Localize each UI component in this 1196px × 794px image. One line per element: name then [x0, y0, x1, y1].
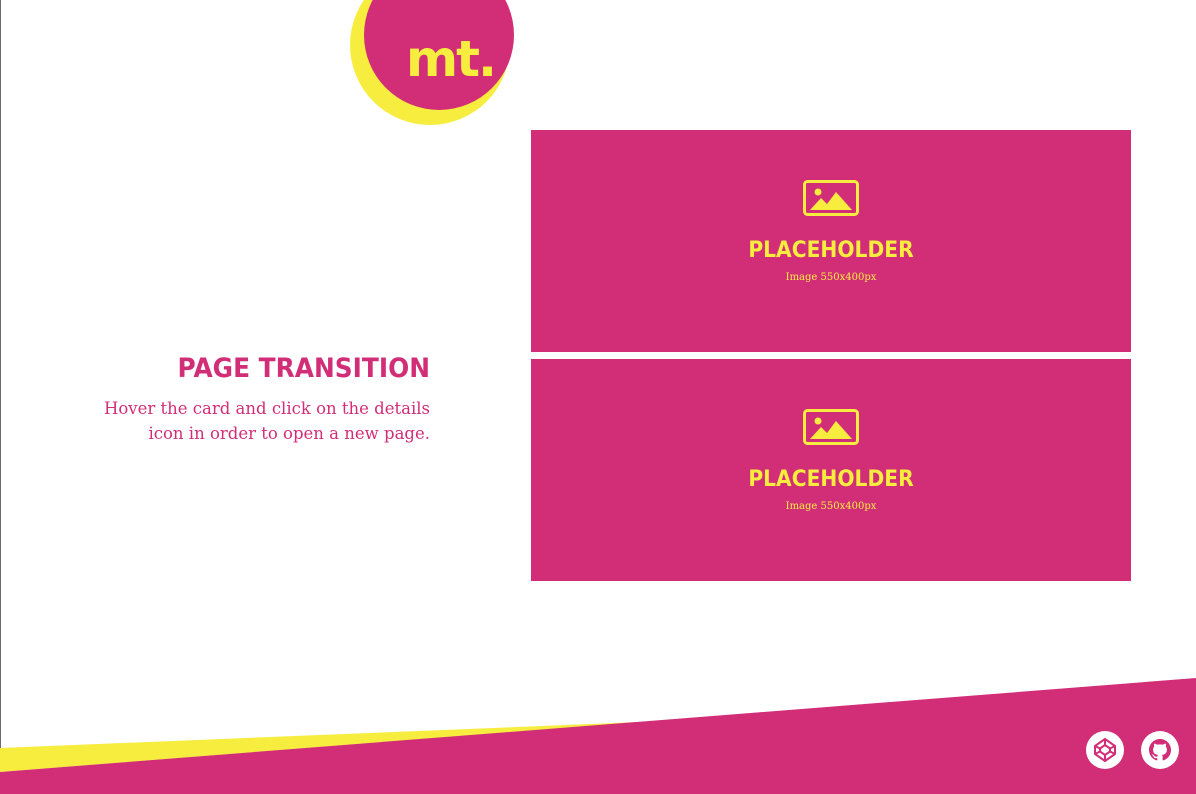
intro-line-2: icon in order to open a new page. [148, 424, 430, 443]
intro-section: PAGE TRANSITION Hover the card and click… [50, 350, 430, 446]
codepen-link[interactable] [1086, 731, 1124, 769]
card-title: PLACEHOLDER [748, 238, 914, 263]
footer-accent-stripe [0, 722, 640, 772]
left-border [0, 0, 1, 794]
github-link[interactable] [1141, 731, 1179, 769]
codepen-icon [1094, 738, 1116, 762]
image-icon [803, 409, 859, 445]
intro-line-1: Hover the card and click on the details [103, 399, 430, 418]
page-title: PAGE TRANSITION [177, 353, 430, 384]
image-icon [803, 180, 859, 216]
logo-text: mt. [406, 30, 497, 88]
footer-primary-band [0, 678, 1196, 794]
card-title: PLACEHOLDER [748, 467, 914, 492]
page: mt. PAGE TRANSITION Hover the card and c… [0, 0, 1196, 794]
logo[interactable]: mt. [350, 0, 520, 130]
card-2[interactable]: PLACEHOLDER Image 550x400px [531, 359, 1131, 581]
card-1[interactable]: PLACEHOLDER Image 550x400px [531, 130, 1131, 352]
github-icon [1149, 739, 1171, 761]
intro-description: Hover the card and click on the details … [50, 396, 430, 446]
card-subtitle: Image 550x400px [785, 501, 877, 512]
card-subtitle: Image 550x400px [785, 272, 877, 283]
